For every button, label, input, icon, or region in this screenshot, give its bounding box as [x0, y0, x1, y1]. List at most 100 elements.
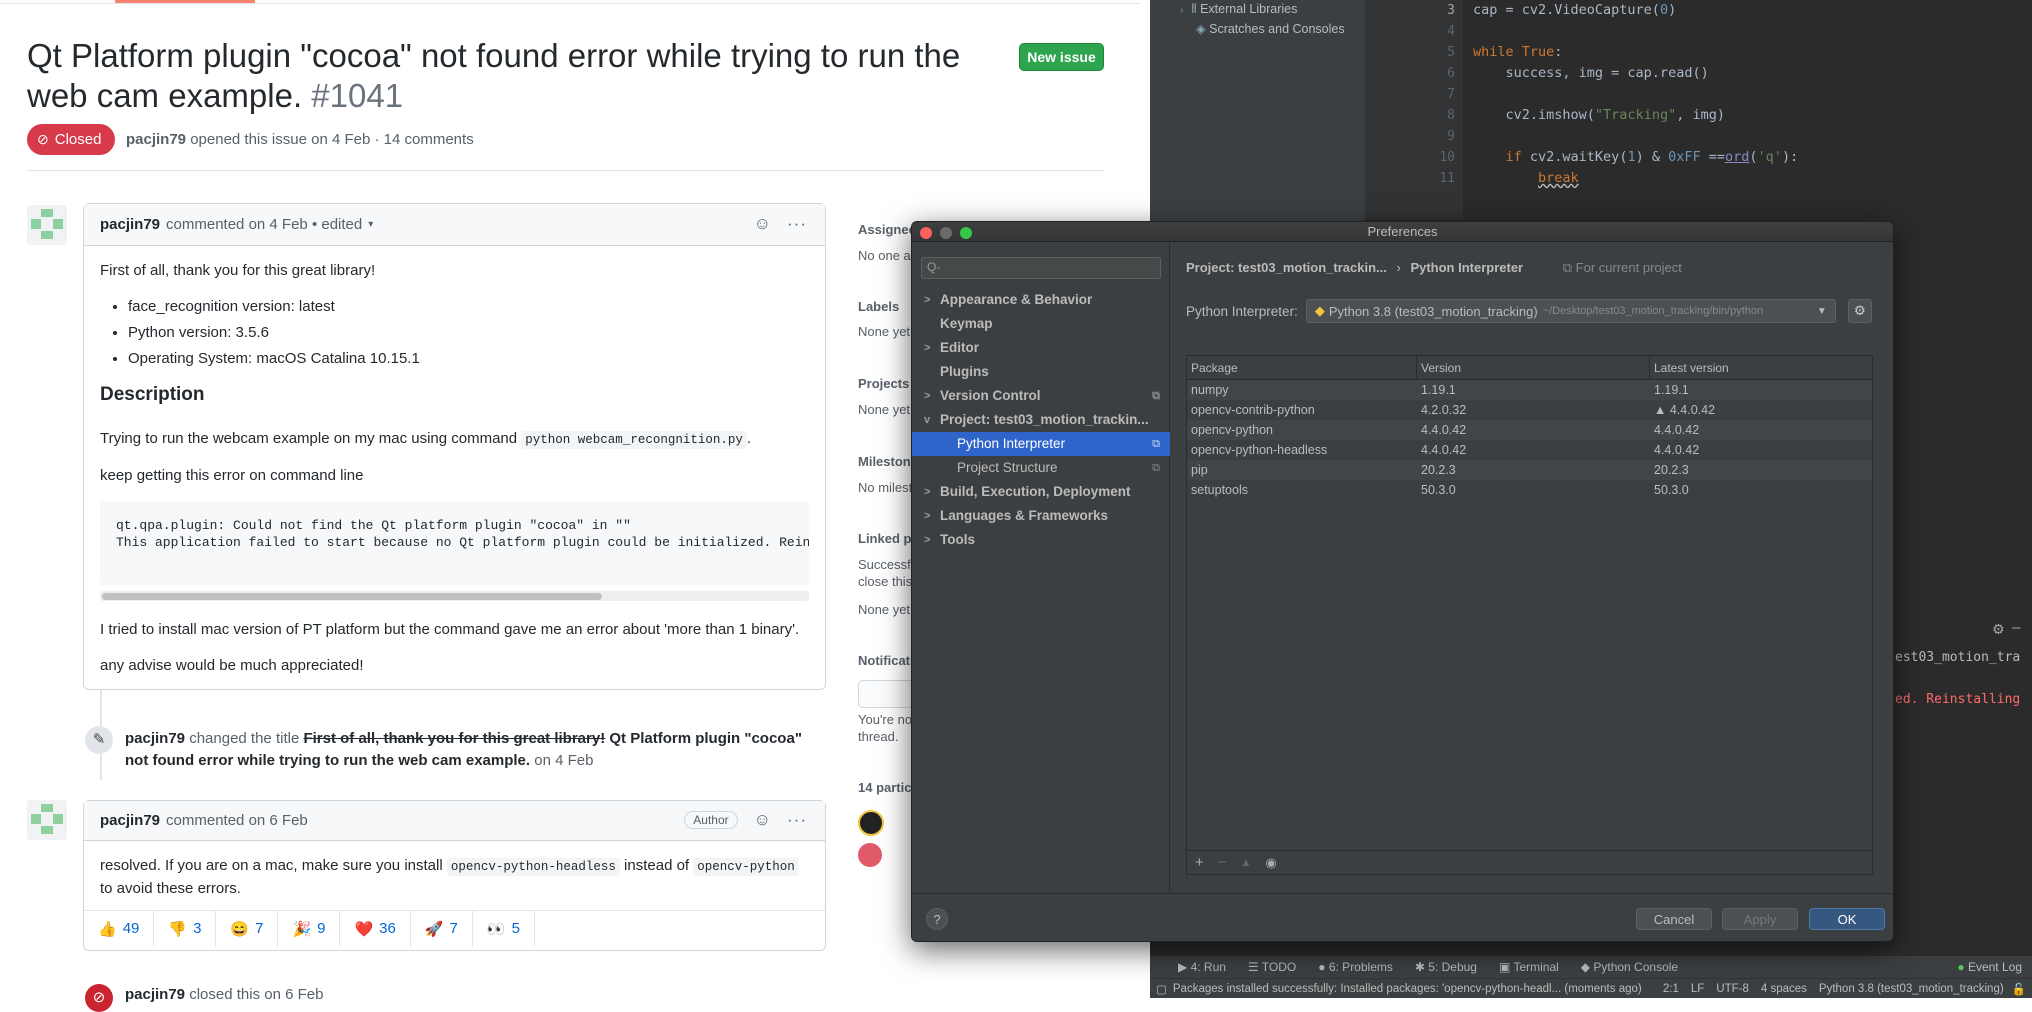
interpreter-status[interactable]: Python 3.8 (test03_motion_tracking) — [1819, 983, 2004, 995]
comment-author[interactable]: pacjin79 — [100, 216, 160, 233]
issue-title: Qt Platform plugin "cocoa" not found err… — [27, 36, 987, 116]
zoom-window-button[interactable] — [960, 227, 972, 239]
pencil-icon: ✎ — [85, 726, 113, 754]
table-row[interactable]: numpy 1.19.1 1.19.1 — [1187, 380, 1872, 400]
add-reaction-icon[interactable]: ☺ — [754, 214, 771, 234]
add-reaction-icon[interactable]: ☺ — [754, 810, 771, 830]
upgrade-icon[interactable]: ▲ — [1241, 857, 1252, 869]
todo-tab[interactable]: ☰ TODO — [1248, 960, 1296, 974]
column-header-package[interactable]: Package — [1187, 356, 1417, 379]
tree-item-editor[interactable]: > Editor — [912, 336, 1170, 360]
tree-item-build[interactable]: > Build, Execution, Deployment — [912, 480, 1170, 504]
apply-button[interactable]: Apply — [1722, 908, 1798, 930]
labels-heading[interactable]: Labels — [858, 299, 899, 314]
assignees-heading[interactable]: Assignee — [858, 222, 916, 237]
tree-item-keymap[interactable]: Keymap — [912, 312, 1170, 336]
tree-item[interactable]: ◈ Scratches and Consoles — [1196, 21, 1345, 36]
line-separator[interactable]: LF — [1691, 983, 1704, 995]
code-line: success, img = cap.read() — [1473, 65, 1709, 81]
table-row[interactable]: opencv-python 4.4.0.42 4.4.0.42 — [1187, 420, 1872, 440]
tree-item-project[interactable]: v Project: test03_motion_trackin... — [912, 408, 1170, 432]
cursor-position[interactable]: 2:1 — [1663, 983, 1679, 995]
column-header-version[interactable]: Version — [1417, 356, 1650, 379]
gear-icon[interactable]: ⚙ — [1992, 622, 2005, 638]
event-time[interactable]: on 4 Feb — [534, 752, 593, 769]
ok-button[interactable]: OK — [1809, 908, 1885, 930]
participant-avatar[interactable] — [858, 810, 884, 836]
reaction-thumbs-down[interactable]: 👎 3 — [154, 910, 217, 947]
code-block: qt.qpa.plugin: Could not find the Qt pla… — [100, 501, 809, 585]
help-button[interactable]: ? — [926, 908, 948, 930]
lock-icon[interactable]: 🔓 — [2012, 982, 2026, 996]
column-header-latest[interactable]: Latest version — [1650, 356, 1872, 379]
issue-comment: pacjin79 commented on 6 Feb Author ☺ ···… — [83, 800, 826, 951]
problems-tab[interactable]: ● 6: Problems — [1318, 960, 1393, 974]
minimize-icon[interactable]: – — [2012, 620, 2020, 636]
line-number: 9 — [1447, 129, 1455, 144]
reaction-emoji: 🎉 — [292, 920, 312, 938]
event-log-tab[interactable]: ● Event Log — [1957, 960, 2022, 974]
cancel-button[interactable]: Cancel — [1636, 908, 1712, 930]
interpreter-select[interactable]: ◆ Python 3.8 (test03_motion_tracking) ~/… — [1305, 299, 1836, 323]
reaction-count: 36 — [379, 920, 396, 937]
status-message[interactable]: Packages installed successfully: Install… — [1173, 983, 1642, 995]
close-window-button[interactable] — [920, 227, 932, 239]
meta-author-link[interactable]: pacjin79 — [126, 131, 186, 148]
tree-item-languages[interactable]: > Languages & Frameworks — [912, 504, 1170, 528]
chevron-right-icon[interactable]: › — [1180, 5, 1183, 16]
code-editor[interactable]: cap = cv2.VideoCapture(0) while True: su… — [1463, 0, 2032, 220]
run-tab[interactable]: ▶ 4: Run — [1178, 960, 1226, 974]
comment-paragraph: any advise would be much appreciated! — [100, 657, 364, 674]
indent-setting[interactable]: 4 spaces — [1761, 983, 1807, 995]
tree-item-project-structure[interactable]: Project Structure ⧉ — [912, 456, 1170, 480]
reaction-count: 3 — [193, 920, 202, 937]
reaction-hooray[interactable]: 🎉 9 — [278, 910, 341, 947]
avatar[interactable] — [27, 800, 67, 840]
minimize-window-button[interactable] — [940, 227, 952, 239]
reaction-heart[interactable]: ❤️ 36 — [340, 910, 411, 947]
interpreter-settings-button[interactable]: ⚙ — [1847, 299, 1872, 323]
reaction-eyes[interactable]: 👀 5 — [473, 910, 535, 947]
reaction-rocket[interactable]: 🚀 7 — [411, 910, 473, 947]
participant-avatar[interactable] — [858, 843, 882, 867]
table-row[interactable]: pip 20.2.3 20.2.3 — [1187, 460, 1872, 480]
scrollbar-thumb[interactable] — [102, 593, 602, 600]
file-encoding[interactable]: UTF-8 — [1716, 983, 1749, 995]
tree-item[interactable]: › ⫴ External Libraries — [1180, 2, 1297, 17]
tree-item-version-control[interactable]: > Version Control ⧉ — [912, 384, 1170, 408]
participants-heading: 14 partic — [858, 780, 912, 795]
chevron-down-icon[interactable]: ▾ — [368, 219, 373, 230]
debug-tab[interactable]: ✱ 5: Debug — [1415, 960, 1477, 974]
tree-item-appearance[interactable]: > Appearance & Behavior — [912, 288, 1170, 312]
milestone-heading[interactable]: Milestone — [858, 454, 918, 469]
new-issue-button[interactable]: New issue — [1019, 43, 1104, 71]
notifications-text: thread. — [858, 729, 899, 744]
terminal-tab[interactable]: ▣ Terminal — [1499, 960, 1559, 974]
code-scrollbar[interactable] — [100, 591, 809, 601]
table-row[interactable]: opencv-contrib-python 4.2.0.32 ▲ 4.4.0.4… — [1187, 400, 1872, 420]
event-author[interactable]: pacjin79 — [125, 730, 185, 747]
settings-search-input[interactable]: Q- — [921, 257, 1161, 279]
python-console-tab[interactable]: ◆ Python Console — [1581, 960, 1678, 974]
add-icon[interactable]: + — [1195, 854, 1204, 871]
comment-time[interactable]: commented on 6 Feb — [166, 812, 308, 829]
reaction-thumbs-up[interactable]: 👍 49 — [84, 910, 155, 947]
table-row[interactable]: setuptools 50.3.0 50.3.0 — [1187, 480, 1872, 500]
code-line: break — [1538, 170, 1579, 186]
tree-item-python-interpreter[interactable]: Python Interpreter ⧉ — [912, 432, 1170, 456]
tree-item-tools[interactable]: > Tools — [912, 528, 1170, 552]
more-options-icon[interactable]: ··· — [787, 214, 807, 234]
avatar[interactable] — [27, 205, 67, 245]
comment-author[interactable]: pacjin79 — [100, 812, 160, 829]
remove-icon[interactable]: − — [1218, 854, 1227, 871]
reaction-laugh[interactable]: 😄 7 — [216, 910, 279, 947]
more-options-icon[interactable]: ··· — [787, 810, 807, 830]
table-row[interactable]: opencv-python-headless 4.4.0.42 4.4.0.42 — [1187, 440, 1872, 460]
issue-title-text: Qt Platform plugin "cocoa" not found err… — [27, 37, 961, 114]
projects-heading[interactable]: Projects — [858, 376, 909, 391]
eye-icon[interactable]: ◉ — [1265, 855, 1276, 871]
comment-time[interactable]: commented on 4 Feb • edited — [166, 216, 362, 233]
tree-item-plugins[interactable]: Plugins — [912, 360, 1170, 384]
issue-number: #1041 — [311, 77, 404, 114]
event-author[interactable]: pacjin79 — [125, 986, 185, 1003]
